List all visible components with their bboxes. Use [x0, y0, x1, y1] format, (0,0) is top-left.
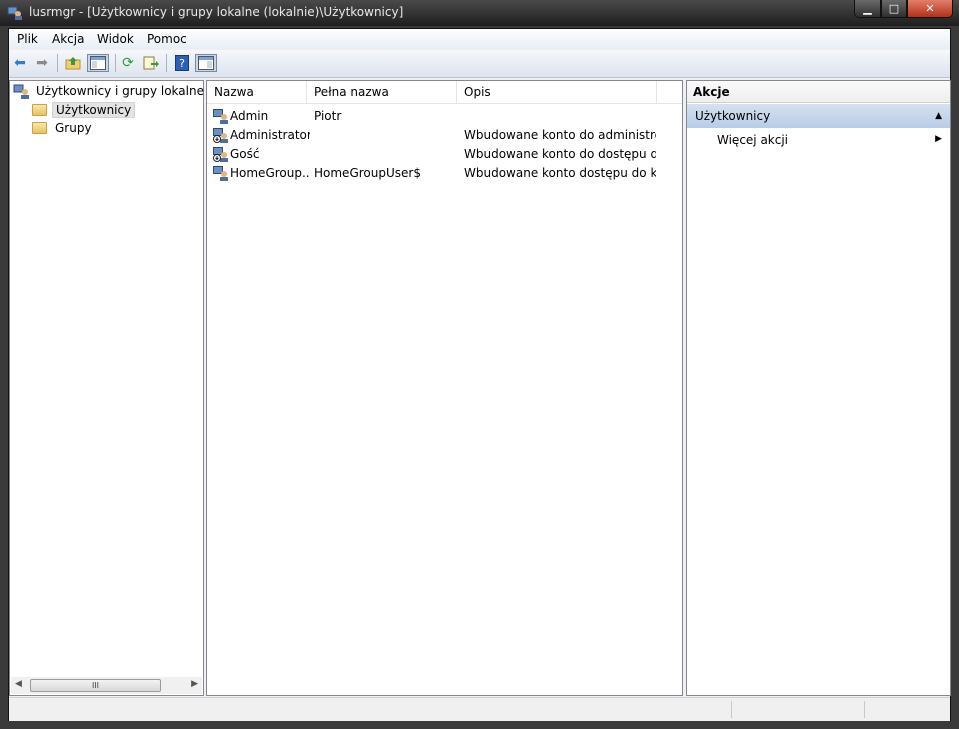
- show-hide-tree-icon[interactable]: [87, 54, 109, 72]
- scroll-left-icon[interactable]: ◀: [15, 679, 22, 689]
- cell-description: Wbudowane konto do dostępu d...: [464, 147, 656, 161]
- table-row[interactable]: Admin Piotr: [207, 107, 682, 126]
- maximize-icon: □: [888, 2, 900, 15]
- cell-name: Admin: [230, 109, 269, 123]
- column-header-description[interactable]: Opis: [457, 81, 657, 103]
- user-icon: [213, 166, 228, 181]
- folder-icon: [32, 104, 47, 116]
- export-list-icon[interactable]: [142, 54, 160, 72]
- tree-item-users[interactable]: Użytkownicy: [32, 101, 136, 119]
- menu-widok[interactable]: Widok: [97, 32, 134, 46]
- svg-text:?: ?: [179, 57, 185, 70]
- maximize-button[interactable]: □: [881, 0, 907, 18]
- column-header-full-name[interactable]: Pełna nazwa: [307, 81, 457, 103]
- cell-name: Administrator: [230, 128, 310, 142]
- cell-description: Wbudowane konto do administro...: [464, 128, 656, 142]
- cell-full-name: [314, 145, 457, 164]
- menu-plik[interactable]: Plik: [17, 32, 38, 46]
- title-bar[interactable]: lusrmgr - [Użytkownicy i grupy lokalne (…: [0, 0, 959, 26]
- close-button[interactable]: ✕: [907, 0, 953, 18]
- folder-icon: [32, 122, 47, 134]
- help-icon[interactable]: ?: [173, 54, 191, 72]
- users-groups-icon: [13, 84, 29, 99]
- up-folder-icon[interactable]: [64, 54, 82, 72]
- cell-full-name: Piotr: [314, 109, 342, 123]
- minimize-button[interactable]: ▁: [854, 0, 881, 18]
- menu-akcja[interactable]: Akcja: [52, 32, 84, 46]
- menu-bar: Plik Akcja Widok Pomoc: [9, 29, 950, 49]
- cell-full-name: HomeGroupUser$: [314, 166, 421, 180]
- tree-item-label: Użytkownicy: [52, 102, 136, 118]
- app-window: lusrmgr - [Użytkownicy i grupy lokalne (…: [0, 0, 959, 729]
- app-icon: [7, 6, 22, 20]
- actions-section-users[interactable]: Użytkownicy ▲: [687, 104, 950, 128]
- cell-full-name: [314, 126, 457, 145]
- column-header-name[interactable]: Nazwa: [207, 81, 307, 103]
- collapse-up-icon[interactable]: ▲: [935, 104, 942, 128]
- tree-horizontal-scrollbar[interactable]: ◀ III ▶: [11, 677, 202, 694]
- tree-root[interactable]: Użytkownicy i grupy lokalne (lok: [13, 82, 233, 100]
- tree-root-label: Użytkownicy i grupy lokalne (lok: [36, 84, 231, 98]
- cell-name: Gość: [230, 147, 260, 161]
- window-title: lusrmgr - [Użytkownicy i grupy lokalne (…: [29, 5, 404, 19]
- back-arrow-icon[interactable]: ⬅: [11, 54, 29, 72]
- client-area: Plik Akcja Widok Pomoc ⬅ ➡ ⟳ ? Użytkowni…: [8, 28, 951, 721]
- user-icon: [213, 109, 228, 124]
- refresh-icon[interactable]: ⟳: [119, 54, 137, 72]
- console-tree[interactable]: Użytkownicy i grupy lokalne (lok Użytkow…: [9, 80, 230, 696]
- results-list[interactable]: Nazwa Pełna nazwa Opis Admin Piotr Admin…: [206, 80, 683, 696]
- tree-item-label: Grupy: [55, 121, 92, 135]
- scroll-right-icon[interactable]: ▶: [191, 679, 198, 689]
- more-actions-item[interactable]: Więcej akcji: [717, 133, 788, 147]
- actions-header: Akcje: [687, 81, 950, 103]
- show-hide-action-pane-icon[interactable]: [195, 54, 217, 72]
- actions-section-label: Użytkownicy: [695, 109, 771, 123]
- table-row[interactable]: Gość Wbudowane konto do dostępu d...: [207, 145, 682, 164]
- actions-pane: Akcje Użytkownicy ▲ Więcej akcji ▶: [686, 80, 951, 696]
- disabled-user-icon: [213, 128, 228, 143]
- menu-pomoc[interactable]: Pomoc: [147, 32, 187, 46]
- status-bar: [9, 697, 950, 721]
- forward-arrow-icon[interactable]: ➡: [33, 54, 51, 72]
- toolbar: ⬅ ➡ ⟳ ?: [9, 50, 950, 78]
- cell-description: [464, 107, 654, 126]
- table-row[interactable]: Administrator Wbudowane konto do adminis…: [207, 126, 682, 145]
- cell-description: Wbudowane konto dostępu do k...: [464, 166, 656, 180]
- tree-item-groups[interactable]: Grupy: [32, 119, 95, 137]
- table-row[interactable]: HomeGroup... HomeGroupUser$ Wbudowane ko…: [207, 164, 682, 183]
- scrollbar-thumb[interactable]: III: [30, 679, 161, 692]
- disabled-user-icon: [213, 147, 228, 162]
- close-icon: ✕: [925, 2, 935, 15]
- cell-name: HomeGroup...: [230, 166, 310, 180]
- minimize-icon: ▁: [863, 2, 872, 15]
- list-header: Nazwa Pełna nazwa Opis: [207, 81, 682, 104]
- submenu-arrow-icon[interactable]: ▶: [935, 134, 942, 144]
